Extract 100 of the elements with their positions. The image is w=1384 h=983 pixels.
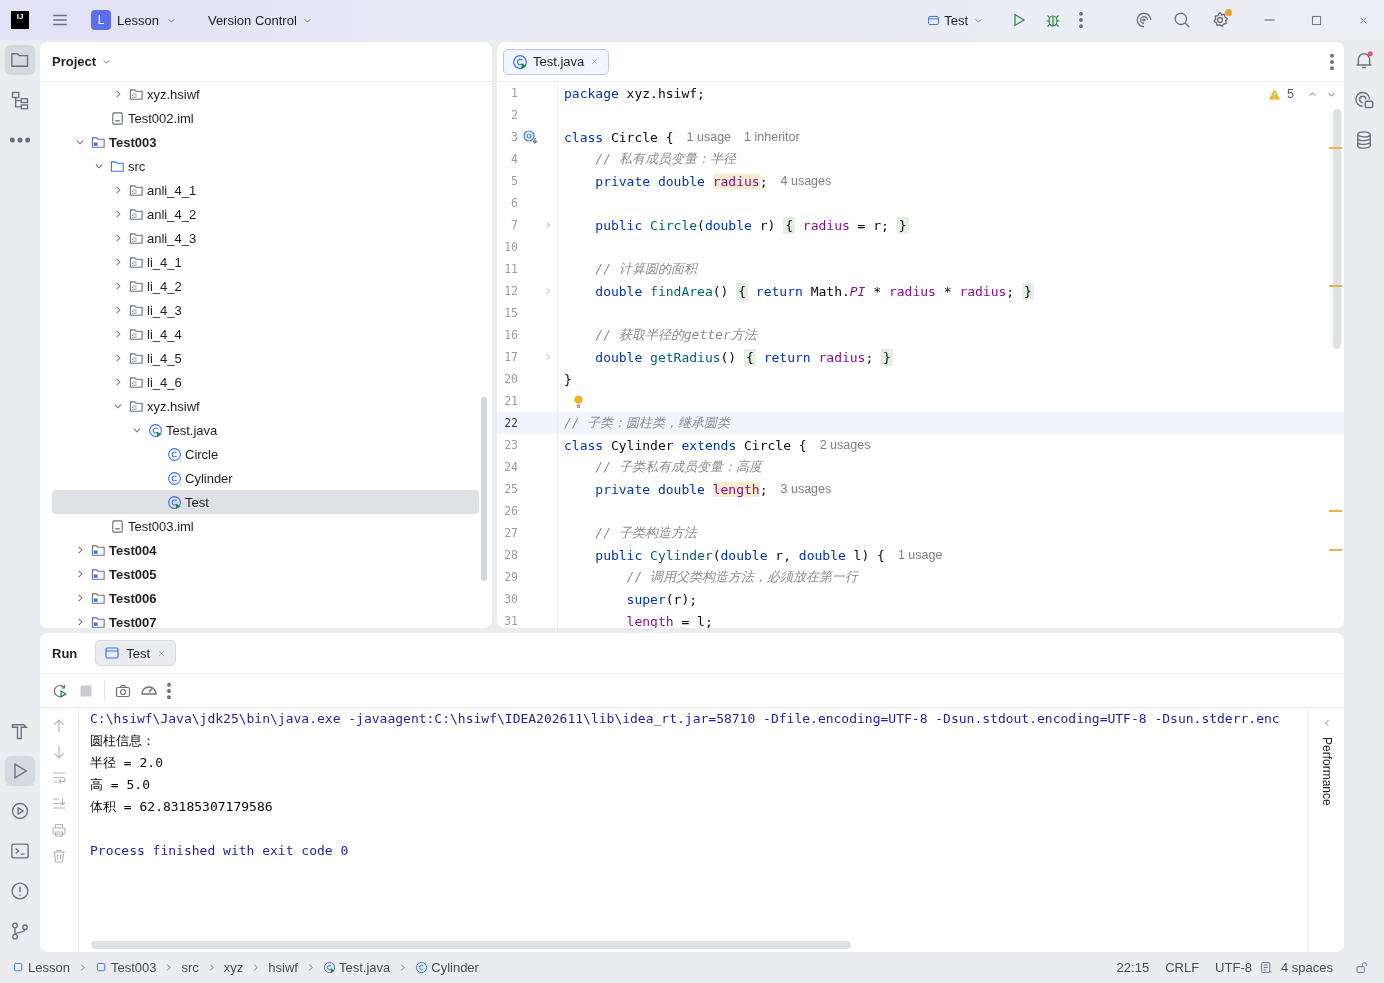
selected-tree-row[interactable]: Test xyxy=(52,490,479,514)
more-icon xyxy=(1079,12,1083,28)
folder-icon xyxy=(10,50,30,70)
runnable-class-icon xyxy=(512,53,528,70)
line-number: 24 xyxy=(503,460,519,474)
tree-item[interactable]: li_4_5 xyxy=(147,350,182,366)
file-icon xyxy=(110,518,125,534)
tree-item[interactable]: Test xyxy=(185,494,209,510)
line-number: 28 xyxy=(503,548,519,562)
code-line: // 获取半径的getter方法 xyxy=(594,326,757,344)
package-icon xyxy=(129,350,144,366)
scrollbar[interactable] xyxy=(91,941,851,949)
tree-item[interactable]: Test007 xyxy=(109,614,157,628)
ai-chat-icon xyxy=(1354,90,1374,110)
line-number: 20 xyxy=(503,372,519,386)
usage-hint[interactable]: 4 usages xyxy=(780,174,832,188)
line-number: 21 xyxy=(503,394,519,408)
project-switcher[interactable]: L Lesson xyxy=(85,6,184,34)
tree-item[interactable]: xyz.hsiwf xyxy=(147,86,200,102)
git-branch-icon xyxy=(10,921,30,941)
module-icon xyxy=(12,961,25,974)
breadcrumb[interactable]: xyz xyxy=(223,960,244,975)
breadcrumb[interactable]: Test003 xyxy=(110,960,157,975)
tree-item[interactable]: Cylinder xyxy=(185,470,233,486)
panel-view-menu[interactable]: Project xyxy=(52,54,114,69)
runnable-class-icon xyxy=(167,494,182,510)
file-encoding[interactable]: UTF-8 xyxy=(1215,960,1252,975)
console-command: C:\hsiwf\Java\jdk25\bin\java.exe -javaagent:C:\hsiwf\IDEA202611\lib\idea_rt.jar=58710 -Dfile.encoding=UTF-8 -Dsun.stdout.encoding=UTF-8 -Dsun.stderr.enc xyxy=(90,711,1280,726)
run-configuration-selector[interactable]: Test xyxy=(921,6,991,34)
usage-hint[interactable]: 3 usages xyxy=(780,482,832,496)
performance-tab[interactable]: Performance xyxy=(1319,737,1334,806)
console-output: 半径 = 2.0 xyxy=(90,755,163,770)
tool-window-button[interactable] xyxy=(5,45,35,75)
line-separator[interactable]: CRLF xyxy=(1165,960,1200,975)
debug-icon xyxy=(1045,12,1061,28)
settings-icon xyxy=(1211,11,1229,29)
code-line: double getRadius() { return radius; } xyxy=(594,349,893,365)
line-number: 10 xyxy=(503,240,519,254)
scrollbar[interactable] xyxy=(481,397,487,581)
vcs-menu[interactable]: Version Control xyxy=(201,6,320,34)
console-output: 体积 = 62.83185307179586 xyxy=(90,799,273,814)
problems-icon xyxy=(10,881,30,901)
tree-item[interactable]: anli_4_1 xyxy=(147,182,197,198)
console-output: 圆柱信息： xyxy=(90,733,155,748)
line-number: 25 xyxy=(503,482,519,496)
code-line: // 子类私有成员变量：高度 xyxy=(594,458,762,476)
tree-item[interactable]: xyz.hsiwf xyxy=(147,398,200,414)
line-number: 7 xyxy=(510,218,519,232)
tree-item[interactable]: li_4_2 xyxy=(147,278,182,294)
terminal-icon xyxy=(10,841,30,861)
code-line: class Circle { xyxy=(564,129,674,145)
indent-setting[interactable]: 4 spaces xyxy=(1280,960,1333,975)
structure-icon xyxy=(10,90,30,110)
usage-hint[interactable]: 2 usages xyxy=(819,438,871,452)
arrow-down-icon xyxy=(51,744,67,760)
tree-item[interactable]: li_4_3 xyxy=(147,302,182,318)
tree-item[interactable]: Circle xyxy=(185,446,219,462)
usage-hint[interactable]: 1 inheritor xyxy=(744,130,800,144)
class-icon xyxy=(415,961,429,974)
tree-item[interactable]: Test.java xyxy=(166,422,218,438)
project-name: Lesson xyxy=(117,12,159,28)
code-line: // 子类：圆柱类，继承圆类 xyxy=(564,414,731,432)
caret-position[interactable]: 22:15 xyxy=(1116,960,1150,975)
tree-item[interactable]: Test005 xyxy=(109,566,157,582)
tree-item[interactable]: Test004 xyxy=(109,542,157,558)
breadcrumb[interactable]: Test.java xyxy=(338,960,391,975)
runnable-class-icon xyxy=(148,422,163,438)
warning-count[interactable]: 5 xyxy=(1287,87,1294,101)
tree-item[interactable]: li_4_1 xyxy=(147,254,182,270)
module-folder-icon xyxy=(91,590,106,606)
app-logo[interactable]: IJ xyxy=(11,11,29,29)
search-icon xyxy=(1173,11,1191,29)
maximize-icon xyxy=(1310,13,1323,27)
module-folder-icon xyxy=(91,614,106,628)
usage-hint[interactable]: 1 usage xyxy=(897,548,943,562)
tree-item[interactable]: Test002.iml xyxy=(128,110,194,126)
breadcrumb[interactable]: Cylinder xyxy=(431,960,479,975)
tree-item[interactable]: li_4_6 xyxy=(147,374,182,390)
tree-item[interactable]: Test003.iml xyxy=(128,518,194,534)
print-icon xyxy=(51,822,67,838)
class-icon xyxy=(167,446,182,462)
tree-item[interactable]: src xyxy=(128,158,146,174)
tool-window-button[interactable] xyxy=(5,756,35,786)
usage-hint[interactable]: 1 usage xyxy=(686,130,732,144)
tree-item[interactable]: Test006 xyxy=(109,590,157,606)
tree-item[interactable]: Test003 xyxy=(109,134,157,150)
more-icon xyxy=(167,682,171,699)
override-icon xyxy=(522,129,538,145)
tree-item[interactable]: anli_4_3 xyxy=(147,230,197,246)
breadcrumb[interactable]: Lesson xyxy=(28,960,70,975)
tree-item[interactable]: li_4_4 xyxy=(147,326,182,342)
editor-tab[interactable]: Test.java xyxy=(503,48,610,75)
breadcrumb[interactable]: src xyxy=(181,960,199,975)
tree-item[interactable]: anli_4_2 xyxy=(147,206,197,222)
breadcrumb[interactable]: hsiwf xyxy=(268,960,298,975)
lock-icon xyxy=(1355,961,1368,974)
run-tab[interactable]: Test xyxy=(95,640,177,666)
lightbulb-icon xyxy=(571,393,586,409)
scrollbar[interactable] xyxy=(1333,109,1341,349)
module-icon xyxy=(94,961,108,974)
